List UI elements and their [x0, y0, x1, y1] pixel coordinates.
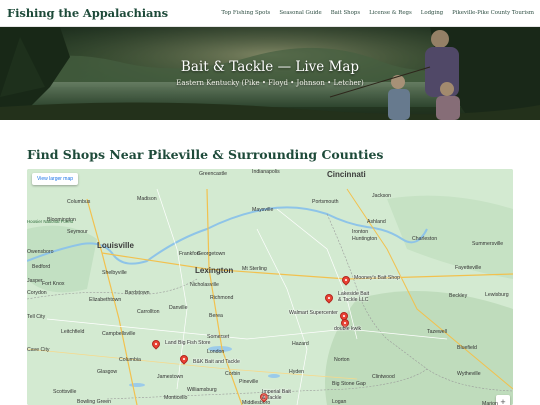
map-city-label: Greencastle — [199, 171, 227, 177]
map-city-label: Ironton — [352, 229, 369, 235]
map-city-label: Elizabethtown — [89, 297, 122, 303]
map-city-label: Huntington — [352, 236, 378, 242]
map-city-label: Scottsville — [53, 389, 77, 395]
map-city-label: Clintwood — [372, 374, 395, 380]
map-city-label: Fayetteville — [455, 265, 482, 271]
shop-marker-label[interactable]: Lakeside Bait & Tackle LLC — [338, 291, 369, 303]
map-city-label: Louisville — [97, 241, 134, 250]
map-city-label: Logan — [332, 399, 347, 405]
map-city-label: Danville — [169, 305, 188, 311]
shop-marker-label[interactable]: Walmart Supercenter — [289, 310, 338, 317]
shop-marker-label[interactable]: Imperial Bait & Tackle — [262, 389, 291, 401]
main-nav: Top Fishing Spots Seasonal Guide Bait Sh… — [221, 10, 534, 16]
map-city-label: Corbin — [225, 371, 241, 377]
map-city-label: Carrollton — [137, 309, 160, 315]
map-city-label: Tell City — [27, 314, 46, 320]
map-city-label: Glasgow — [97, 369, 118, 375]
map-city-label: Berea — [209, 313, 223, 319]
map-city-label: Columbia — [119, 357, 141, 363]
map-city-label: Cincinnati — [327, 170, 366, 179]
map-city-label: Nicholasville — [190, 282, 219, 288]
map-city-label: Bedford — [32, 264, 51, 270]
map-city-label: Tazewell — [427, 329, 447, 335]
map-city-label: Bardstown — [125, 290, 150, 296]
map-city-label: Ashland — [367, 219, 386, 225]
map-city-label: Georgetown — [197, 251, 226, 257]
nav-lodging[interactable]: Lodging — [421, 10, 443, 16]
map-city-label: Bowling Green — [77, 399, 112, 405]
map-city-label: Williamsburg — [187, 387, 217, 393]
nav-seasonal-guide[interactable]: Seasonal Guide — [279, 10, 321, 16]
shop-map[interactable]: View larger map + Greencastle Indianapoli… — [27, 169, 513, 405]
nav-top-fishing-spots[interactable]: Top Fishing Spots — [221, 10, 270, 16]
map-city-label: Big Stone Gap — [332, 381, 366, 387]
hero-subtitle: Eastern Kentucky (Pike • Floyd • Johnson… — [176, 79, 364, 87]
map-city-label: Bluefield — [457, 345, 477, 351]
map-city-label: Richmond — [210, 295, 234, 301]
map-city-label: Campbellsville — [102, 331, 136, 337]
view-larger-map-link[interactable]: View larger map — [32, 173, 79, 185]
map-city-label: Maysville — [252, 207, 274, 213]
nav-pikeville-tourism[interactable]: Pikeville-Pike County Tourism — [452, 10, 534, 16]
shop-marker-label[interactable]: B&K Bait and Tackle — [193, 359, 240, 366]
shop-marker-label[interactable]: Land Big Fish Store — [165, 340, 211, 347]
map-city-label: Lexington — [195, 266, 234, 275]
map-city-label: Jamestown — [157, 374, 184, 380]
map-city-label: Seymour — [67, 229, 88, 235]
map-city-label: Shelbyville — [102, 270, 127, 276]
map-city-label: Pineville — [239, 379, 259, 385]
map-city-label: Summersville — [472, 241, 504, 247]
map-city-label: Monticello — [164, 395, 188, 401]
hero-banner: Bait & Tackle — Live Map Eastern Kentuck… — [0, 27, 540, 120]
map-city-label: Charleston — [412, 236, 438, 242]
map-city-label: Columbus — [67, 199, 91, 205]
map-city-label: Mt Sterling — [242, 266, 267, 272]
map-city-label: London — [207, 349, 225, 355]
map-city-label: Corydon — [27, 290, 47, 296]
site-brand[interactable]: Fishing the Appalachians — [7, 6, 168, 20]
shop-marker-label[interactable]: Mooney's Bait Shop — [354, 275, 400, 282]
map-city-label: Marion — [482, 401, 498, 405]
nav-license-regs[interactable]: License & Regs — [369, 10, 412, 16]
map-city-label: Cave City — [27, 347, 50, 353]
map-city-label: Hazard — [292, 341, 309, 347]
map-city-label: Leitchfield — [61, 329, 85, 335]
shop-marker-label[interactable]: double kwik — [334, 326, 361, 333]
site-header: Fishing the Appalachians Top Fishing Spo… — [0, 0, 540, 27]
map-city-label: Fort Knox — [42, 281, 65, 287]
hero-title: Bait & Tackle — Live Map — [180, 59, 360, 75]
map-city-label: Jasper — [27, 278, 43, 284]
map-city-label: Norton — [334, 357, 350, 363]
section-title: Find Shops Near Pikeville & Surrounding … — [27, 147, 384, 162]
zoom-in-button[interactable]: + — [496, 395, 510, 405]
map-city-label: Hoosier National Forest — [27, 219, 74, 224]
map-city-label: Wytheville — [457, 371, 481, 377]
nav-bait-shops[interactable]: Bait Shops — [331, 10, 360, 16]
map-city-label: Beckley — [449, 293, 468, 299]
map-city-label: Lewisburg — [485, 292, 509, 298]
map-city-label: Jackson — [372, 193, 392, 199]
map-city-label: Owensboro — [27, 249, 54, 255]
map-city-label: Hyden — [289, 369, 304, 375]
map-city-label: Indianapolis — [252, 169, 280, 175]
map-city-label: Portsmouth — [312, 199, 339, 205]
map-city-label: Madison — [137, 196, 157, 202]
